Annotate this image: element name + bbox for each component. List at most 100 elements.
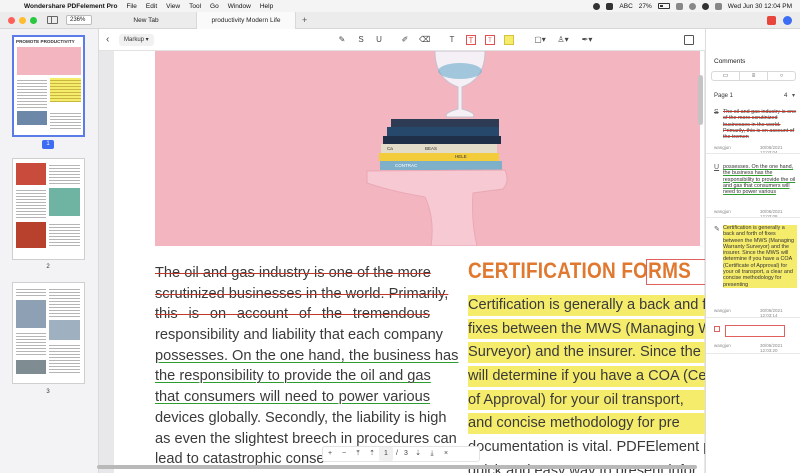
menu-edit[interactable]: Edit [146,3,157,10]
strikethrough-tool-icon[interactable]: S [356,35,366,45]
zoom-window-icon[interactable] [30,17,37,24]
minimize-window-icon[interactable] [19,17,26,24]
close-nav-button[interactable]: × [439,447,453,461]
brightness-icon[interactable] [593,2,601,10]
callout-tool-icon[interactable]: T [485,35,495,45]
wifi-icon[interactable] [688,2,696,10]
highlighted-line[interactable]: of Approval) for your oil transport, [468,389,705,411]
thumbnail-image [49,188,80,216]
sidebar-toggle-icon[interactable] [47,16,58,24]
left-text-column: The oil and gas industry is one of the m… [155,263,458,470]
document-viewer[interactable]: Ca BEAS HELE CONTRAC The oil and gas ind… [99,51,705,473]
menu-file[interactable]: File [126,3,136,10]
strikethrough-line[interactable]: scrutinized businesses in the world. Pri… [155,284,448,305]
last-page-icon[interactable]: ⤓ [425,447,439,461]
right-panel-toggle-icon[interactable] [684,35,694,45]
pdf-page: Ca BEAS HELE CONTRAC The oil and gas ind… [114,51,705,473]
menu-go[interactable]: Go [210,3,219,10]
comments-panel: Comments ▭ ≡ ○ Page 1 4 ▾ S The oil and … [705,29,800,473]
add-tab-button[interactable]: + [302,12,307,29]
comment-divider [706,153,800,154]
thumbnail-page-2[interactable] [12,158,85,260]
macos-menu-bar: Wondershare PDFelement Pro File Edit Vie… [0,0,800,12]
first-page-icon[interactable]: ⤒ [351,447,365,461]
zoom-select[interactable]: 236% [66,15,92,25]
bluetooth-icon[interactable] [675,2,683,10]
thumbnail-text-block [16,188,46,218]
underlined-line[interactable]: possesses. On the one hand, the business… [155,346,458,367]
control-center-icon[interactable] [714,2,722,10]
strikethrough-line[interactable]: The oil and gas industry is one of the m… [155,263,431,284]
spotlight-icon[interactable] [701,2,709,10]
previous-page-icon[interactable]: ⇡ [365,447,379,461]
zoom-out-button[interactable]: − [337,447,351,461]
back-arrow-icon[interactable]: ‹ [106,34,109,46]
thumbnail-page-number: 1 [42,140,54,149]
menu-view[interactable]: View [166,3,180,10]
hero-illustration: Ca BEAS HELE CONTRAC [366,51,508,246]
underlined-line[interactable]: that consumers will need to power variou… [155,387,430,408]
close-window-icon[interactable] [8,17,15,24]
menu-help[interactable]: Help [260,3,273,10]
strikethrough-line[interactable]: this is on account of the tremendous [155,304,430,325]
text-box-tool-icon[interactable]: T [466,35,476,45]
underlined-line[interactable]: the responsibility to provide the oil an… [155,366,431,387]
horizontal-scrollbar[interactable] [97,464,697,470]
thumbnail-text-block [49,163,80,185]
highlighted-line[interactable]: Surveyor) and the insurer. Since the [468,342,705,364]
eraser-tool-icon[interactable]: ⌫ [419,35,430,45]
tab-productivity[interactable]: productivity Modern Life [196,12,296,29]
right-text-column: CERTIFICATION FORMS Certification is gen… [468,257,705,473]
markup-dropdown[interactable]: Markup ▾ [119,34,154,46]
shape-tool-icon[interactable]: ▢▾ [533,35,547,45]
thumbnail-hero-image [17,47,81,75]
vertical-scrollbar[interactable] [698,75,703,125]
thumbnail-page-3[interactable] [12,282,85,384]
thumbnail-page-number: 3 [46,389,50,395]
sticky-note-tool-icon[interactable] [504,35,514,45]
comment-filter-tab-icon[interactable]: ≡ [740,72,768,80]
clock[interactable]: Wed Jun 30 12:04 PM [728,3,792,10]
gift-icon[interactable] [767,16,776,25]
highlighted-line[interactable]: Certification is generally a back and f [468,295,705,316]
battery-icon[interactable] [657,3,670,9]
page-thumbnails-panel: PROMOTE PRODUCTIVITY 1 2 3 [0,29,99,473]
titlebar-actions [767,16,792,25]
highlighted-line[interactable]: and concise methodology for pre [468,413,705,435]
thumbnail-text-block [49,287,80,317]
comment-divider [706,317,800,318]
text-tool-icon[interactable]: T [447,35,457,45]
signature-tool-icon[interactable]: ✒▾ [580,35,594,45]
window-controls [8,17,37,24]
menu-app-name[interactable]: Wondershare PDFelement Pro [24,3,117,10]
menu-window[interactable]: Window [228,3,251,10]
thumbnail-text-block [49,222,80,248]
collapse-chevron-icon[interactable]: ▾ [792,92,795,99]
book-spine-label: CONTRAC [395,163,418,168]
keyboard-icon[interactable] [606,2,614,10]
body-line: responsibility and liability that each c… [155,327,443,344]
highlighted-line[interactable]: fixes between the MWS (Managing W [468,318,705,340]
stamp-tool-icon[interactable]: ♙▾ [556,35,570,45]
zoom-in-button[interactable]: + [323,447,337,461]
comment-author: wangjun [714,343,731,348]
account-icon[interactable] [783,16,792,25]
pencil-tool-icon[interactable]: ✐ [400,35,410,45]
horizontal-scroll-thumb[interactable] [97,465,697,469]
battery-percent: 27% [638,2,652,10]
thumbnail-image [49,320,80,340]
menu-tool[interactable]: Tool [189,3,201,10]
body-line: documentation is vital. PDFElement p [468,439,705,456]
highlight-tool-icon[interactable]: ✎ [337,35,347,45]
comment-search-tab-icon[interactable]: ○ [768,72,795,80]
next-page-icon[interactable]: ⇣ [411,447,425,461]
thumbnail-page-1[interactable]: PROMOTE PRODUCTIVITY [12,35,85,137]
input-source-label[interactable]: ABC [619,3,632,10]
tab-new-tab[interactable]: New Tab [98,12,194,29]
current-page-input[interactable]: 1 [379,447,393,461]
highlighted-line[interactable]: will determine if you have a COA (Cer [468,366,705,387]
shape-annotation-box[interactable] [646,259,705,285]
comment-list-tab-icon[interactable]: ▭ [712,72,740,80]
underline-tool-icon[interactable]: U [374,35,384,45]
comments-view-tabs: ▭ ≡ ○ [711,71,796,81]
